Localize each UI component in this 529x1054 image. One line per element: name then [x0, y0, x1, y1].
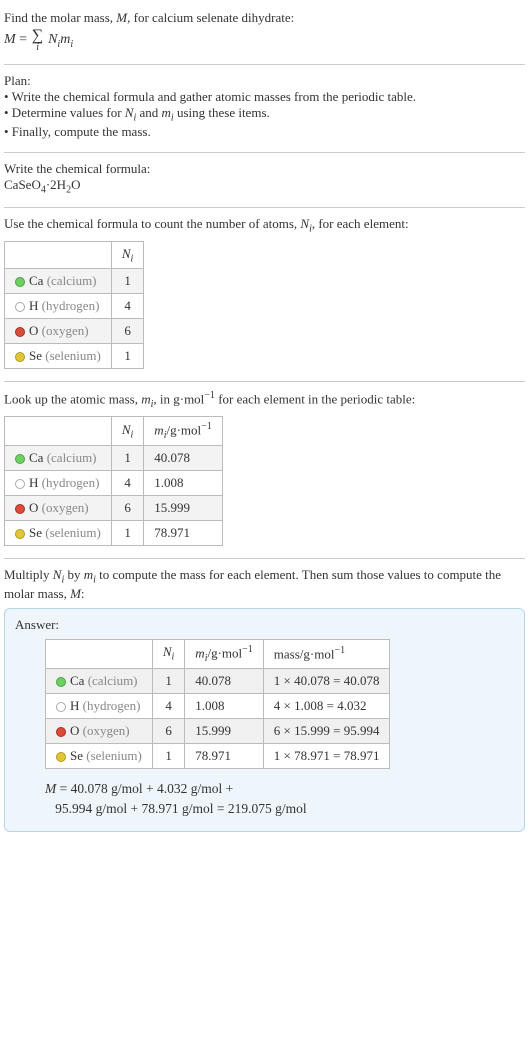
table-row: O (oxygen) 6 — [5, 319, 144, 344]
element-dot-icon — [15, 277, 25, 287]
mass-text: Look up the atomic mass, mi, in g·mol−1 … — [4, 390, 525, 410]
eq-m-i: i — [70, 39, 73, 50]
header-ni: Ni — [111, 241, 143, 269]
mass-section: Look up the atomic mass, mi, in g·mol−1 … — [4, 382, 525, 559]
chem-formula-label: Write the chemical formula: — [4, 161, 525, 177]
header-mass: mass/g·mol−1 — [263, 639, 390, 668]
element-dot-icon — [56, 677, 66, 687]
ni-cell: 1 — [111, 269, 143, 294]
eq-lhs: M — [4, 32, 16, 47]
molar-mass-formula: M = ∑i Nimi — [4, 28, 525, 52]
table-row: Se (selenium) 1 — [5, 344, 144, 369]
table-row: Ca (calcium) 1 — [5, 269, 144, 294]
table-row: Ca (calcium) 1 40.078 1 × 40.078 = 40.07… — [46, 668, 390, 693]
answer-section: Multiply Ni by mi to compute the mass fo… — [4, 559, 525, 844]
header-blank — [5, 417, 112, 446]
multiply-text: Multiply Ni by mi to compute the mass fo… — [4, 567, 525, 602]
table-row: Se (selenium) 1 78.971 — [5, 521, 223, 546]
header-mi: mi/g·mol−1 — [185, 639, 263, 668]
header-blank — [46, 639, 153, 668]
header-mi: mi/g·mol−1 — [144, 417, 222, 446]
header-ni: Ni — [111, 417, 143, 446]
element-cell: O (oxygen) — [5, 319, 112, 344]
element-cell: Ca (calcium) — [5, 269, 112, 294]
element-cell: H (hydrogen) — [5, 294, 112, 319]
answer-label: Answer: — [15, 617, 514, 633]
intro-M: M — [116, 10, 127, 25]
intro-text-b: , for calcium selenate dihydrate: — [127, 10, 294, 25]
ni-cell: 6 — [111, 319, 143, 344]
element-dot-icon — [15, 352, 25, 362]
eq-m: m — [60, 32, 70, 47]
element-dot-icon — [56, 702, 66, 712]
plan-item-1: • Write the chemical formula and gather … — [4, 89, 525, 105]
count-section: Use the chemical formula to count the nu… — [4, 208, 525, 382]
chemical-formula-section: Write the chemical formula: CaSeO4·2H2O — [4, 153, 525, 209]
mass-table: Ni mi/g·mol−1 Ca (calcium) 1 40.078 H (h… — [4, 416, 223, 546]
header-ni: Ni — [152, 639, 184, 668]
plan-item-3: • Finally, compute the mass. — [4, 124, 525, 140]
count-table: Ni Ca (calcium) 1 H (hydrogen) 4 O (oxyg… — [4, 241, 144, 370]
header-blank — [5, 241, 112, 269]
element-dot-icon — [56, 752, 66, 762]
element-dot-icon — [56, 727, 66, 737]
element-dot-icon — [15, 302, 25, 312]
table-row: H (hydrogen) 4 1.008 4 × 1.008 = 4.032 — [46, 693, 390, 718]
element-dot-icon — [15, 454, 25, 464]
answer-box: Answer: Ni mi/g·mol−1 mass/g·mol−1 Ca (c… — [4, 608, 525, 832]
intro-text: Find the molar mass, M, for calcium sele… — [4, 10, 525, 26]
table-row: Ca (calcium) 1 40.078 — [5, 446, 223, 471]
table-header-row: Ni mi/g·mol−1 mass/g·mol−1 — [46, 639, 390, 668]
eq-equals: = — [16, 32, 31, 47]
table-row: O (oxygen) 6 15.999 — [5, 496, 223, 521]
table-header-row: Ni — [5, 241, 144, 269]
plan-label: Plan: — [4, 73, 525, 89]
element-dot-icon — [15, 479, 25, 489]
table-row: H (hydrogen) 4 1.008 — [5, 471, 223, 496]
table-header-row: Ni mi/g·mol−1 — [5, 417, 223, 446]
ni-cell: 1 — [111, 344, 143, 369]
intro-section: Find the molar mass, M, for calcium sele… — [4, 2, 525, 65]
table-row: H (hydrogen) 4 — [5, 294, 144, 319]
element-dot-icon — [15, 327, 25, 337]
plan-item-2: • Determine values for Ni and mi using t… — [4, 105, 525, 124]
ni-cell: 4 — [111, 294, 143, 319]
answer-table: Ni mi/g·mol−1 mass/g·mol−1 Ca (calcium) … — [45, 639, 390, 769]
table-row: O (oxygen) 6 15.999 6 × 15.999 = 95.994 — [46, 718, 390, 743]
chem-formula-value: CaSeO4·2H2O — [4, 177, 525, 196]
table-row: Se (selenium) 1 78.971 1 × 78.971 = 78.9… — [46, 743, 390, 768]
intro-text-a: Find the molar mass, — [4, 10, 116, 25]
element-cell: Se (selenium) — [5, 344, 112, 369]
plan-section: Plan: • Write the chemical formula and g… — [4, 65, 525, 153]
final-equation: M = 40.078 g/mol + 4.032 g/mol + 95.994 … — [45, 779, 514, 820]
sigma-sum: ∑i — [31, 28, 45, 52]
count-text: Use the chemical formula to count the nu… — [4, 216, 525, 235]
element-dot-icon — [15, 529, 25, 539]
element-dot-icon — [15, 504, 25, 514]
